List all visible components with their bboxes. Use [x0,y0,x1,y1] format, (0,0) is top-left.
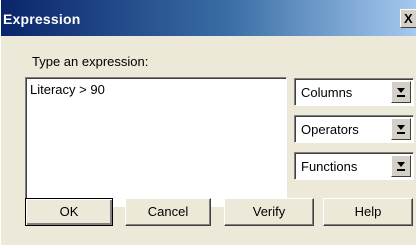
close-button[interactable]: X [400,9,416,28]
ok-button[interactable]: OK [25,198,113,226]
operators-dropdown-button[interactable] [391,118,411,140]
dropdown-arrow-icon [397,125,405,134]
columns-dropdown-button[interactable] [391,81,411,103]
functions-dropdown-button[interactable] [391,155,411,177]
expression-dialog: Expression X Type an expression: Literac… [0,0,416,245]
expression-prompt-label: Type an expression: [32,54,149,69]
help-button[interactable]: Help [323,198,413,226]
expression-text: Literacy > 90 [30,82,105,97]
columns-dropdown-label: Columns [301,85,353,100]
operators-dropdown-label: Operators [301,122,359,137]
functions-dropdown[interactable]: Functions [294,152,414,180]
window-title: Expression [3,11,81,27]
title-bar[interactable]: Expression X [1,0,416,36]
columns-dropdown[interactable]: Columns [294,78,414,106]
functions-dropdown-label: Functions [301,159,358,174]
cancel-button[interactable]: Cancel [125,198,211,226]
dropdown-arrow-icon [397,88,405,97]
dropdown-arrow-icon [397,162,405,171]
verify-button[interactable]: Verify [224,198,314,226]
operators-dropdown[interactable]: Operators [294,115,414,143]
expression-textarea[interactable]: Literacy > 90 [25,77,287,207]
